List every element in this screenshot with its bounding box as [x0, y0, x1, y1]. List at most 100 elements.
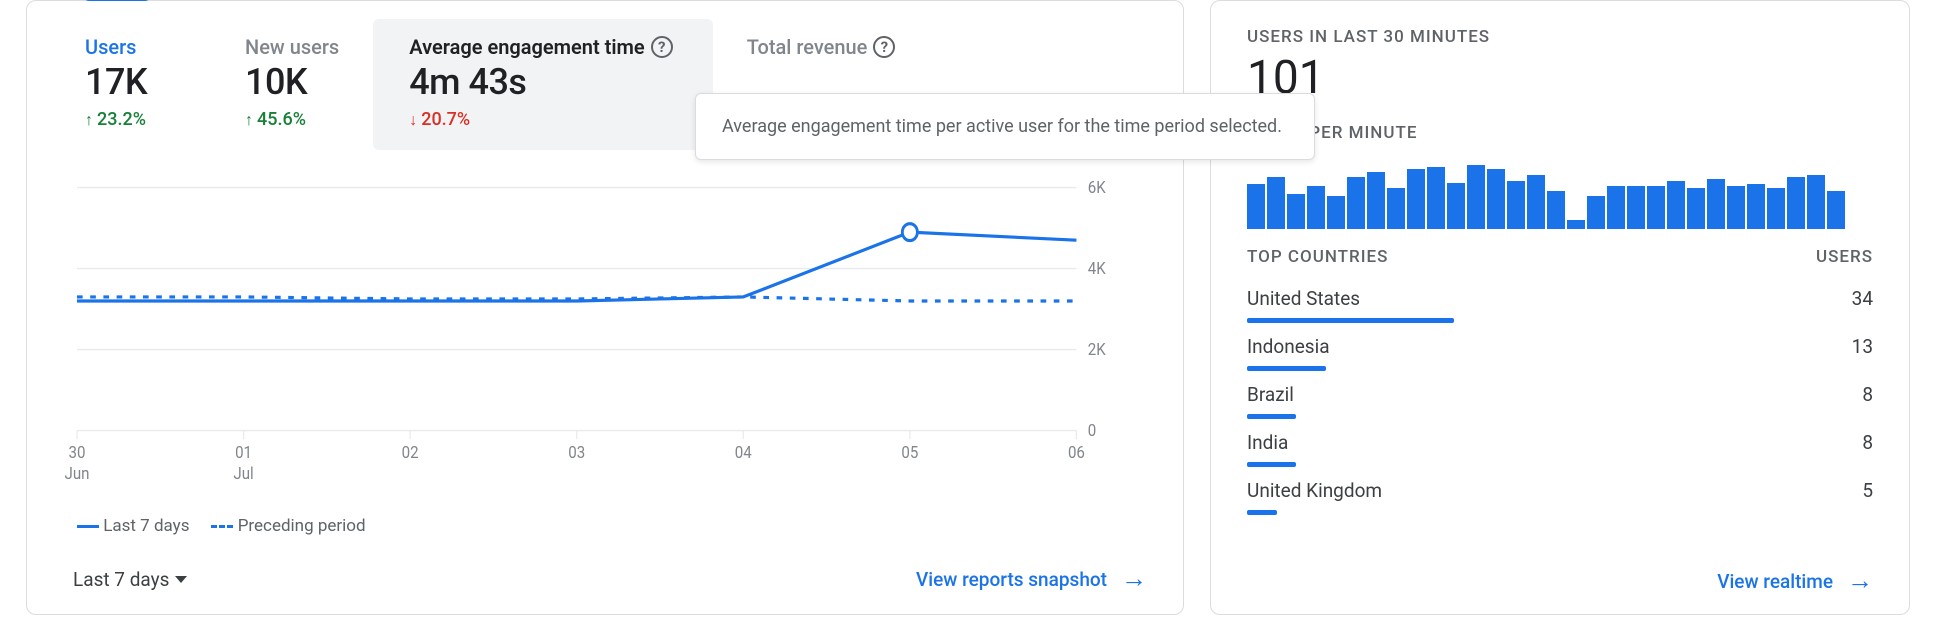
svg-text:03: 03: [568, 442, 585, 462]
metric-label: New users: [245, 35, 339, 59]
realtime-user-count: 101: [1247, 51, 1873, 105]
users-per-minute-label: USERS PER MINUTE: [1247, 123, 1873, 143]
metric-value: 17K: [85, 61, 177, 103]
country-name: United States: [1247, 287, 1360, 310]
svg-text:2K: 2K: [1088, 339, 1107, 359]
metric-delta: ↓20.7%: [409, 109, 672, 130]
spark-bar: [1587, 196, 1605, 229]
chart-legend: Last 7 days Preceding period: [77, 516, 366, 536]
range-label: Last 7 days: [73, 568, 169, 591]
metric-value: 10K: [245, 61, 339, 103]
svg-text:6K: 6K: [1088, 177, 1107, 197]
spark-bar: [1287, 194, 1305, 229]
country-bar: [1247, 510, 1277, 515]
users-per-minute-chart: [1247, 161, 1873, 229]
metric-tab-users[interactable]: Users17K ↑23.2%: [51, 19, 211, 150]
view-reports-snapshot-link[interactable]: View reports snapshot →: [916, 566, 1147, 592]
spark-bar: [1627, 186, 1645, 229]
svg-text:04: 04: [735, 442, 752, 462]
country-users: 34: [1852, 287, 1873, 310]
spark-bar: [1727, 186, 1745, 229]
spark-bar: [1667, 181, 1685, 229]
realtime-card: USERS IN LAST 30 MINUTES 101 USERS PER M…: [1210, 0, 1910, 615]
svg-text:30: 30: [69, 442, 86, 462]
country-row[interactable]: United Kingdom 5: [1247, 467, 1873, 515]
svg-text:0: 0: [1088, 420, 1096, 440]
metric-label: Total revenue?: [747, 35, 896, 59]
spark-bar: [1407, 169, 1425, 229]
overview-card: Users17K↑23.2%New users10K↑45.6%Average …: [26, 0, 1184, 615]
metric-delta: ↑23.2%: [85, 109, 177, 130]
spark-bar: [1527, 175, 1545, 229]
country-name: India: [1247, 431, 1288, 454]
metric-label: Average engagement time?: [409, 35, 672, 59]
spark-bar: [1367, 172, 1385, 229]
spark-bar: [1467, 165, 1485, 229]
spark-bar: [1787, 177, 1805, 229]
country-row[interactable]: Brazil 8: [1247, 371, 1873, 419]
svg-text:4K: 4K: [1088, 258, 1107, 278]
spark-bar: [1767, 188, 1785, 229]
top-countries-header: TOP COUNTRIES USERS: [1247, 247, 1873, 275]
view-realtime-link[interactable]: View realtime →: [1717, 568, 1873, 594]
top-countries-list: United States 34 Indonesia 13 Brazil 8 India 8 U…: [1247, 275, 1873, 515]
country-users: 8: [1862, 383, 1873, 406]
countries-header-left: TOP COUNTRIES: [1247, 247, 1388, 267]
spark-bar: [1647, 186, 1665, 229]
spark-bar: [1327, 196, 1345, 229]
link-label: View reports snapshot: [916, 568, 1107, 591]
country-name: Brazil: [1247, 383, 1294, 406]
country-users: 8: [1862, 431, 1873, 454]
tooltip-text: Average engagement time per active user …: [722, 116, 1282, 137]
svg-text:01: 01: [235, 442, 252, 462]
spark-bar: [1827, 191, 1845, 229]
spark-bar: [1807, 175, 1825, 229]
country-users: 5: [1862, 479, 1873, 502]
arrow-down-icon: ↓: [409, 112, 417, 128]
caret-down-icon: [175, 576, 187, 583]
arrow-up-icon: ↑: [245, 112, 253, 128]
country-row[interactable]: United States 34: [1247, 275, 1873, 323]
spark-bar: [1427, 167, 1445, 229]
svg-text:05: 05: [901, 442, 918, 462]
arrow-right-icon: →: [1121, 566, 1147, 592]
active-tab-indicator: [83, 0, 151, 1]
spark-bar: [1607, 186, 1625, 229]
spark-bar: [1707, 179, 1725, 229]
svg-text:Jun: Jun: [65, 463, 90, 483]
date-range-picker[interactable]: Last 7 days: [73, 568, 187, 591]
spark-bar: [1247, 184, 1265, 229]
spark-bar: [1507, 181, 1525, 229]
metric-help-tooltip: Average engagement time per active user …: [695, 93, 1315, 160]
help-icon[interactable]: ?: [651, 36, 673, 58]
metric-value: 4m 43s: [409, 61, 672, 103]
spark-bar: [1267, 177, 1285, 229]
spark-bar: [1347, 177, 1365, 229]
country-name: United Kingdom: [1247, 479, 1382, 502]
legend-item-current: Last 7 days: [77, 516, 189, 536]
spark-bar: [1447, 183, 1465, 229]
svg-text:06: 06: [1068, 442, 1085, 462]
metric-tab-new-users[interactable]: New users10K↑45.6%: [211, 19, 373, 150]
country-row[interactable]: India 8: [1247, 419, 1873, 467]
countries-header-right: USERS: [1816, 247, 1873, 267]
spark-bar: [1487, 169, 1505, 229]
legend-item-previous: Preceding period: [211, 516, 365, 536]
help-icon[interactable]: ?: [873, 36, 895, 58]
spark-bar: [1747, 184, 1765, 229]
svg-text:Jul: Jul: [233, 463, 253, 483]
spark-bar: [1307, 186, 1325, 229]
link-label: View realtime: [1717, 570, 1833, 593]
metric-tab-avg-engagement[interactable]: Average engagement time?4m 43s ↓20.7%: [373, 19, 712, 150]
spark-bar: [1387, 188, 1405, 229]
country-users: 13: [1852, 335, 1873, 358]
engagement-chart: 02K4K6K30Jun01Jul0203040506: [77, 177, 1133, 494]
arrow-up-icon: ↑: [85, 112, 93, 128]
spark-bar: [1547, 191, 1565, 229]
country-name: Indonesia: [1247, 335, 1330, 358]
arrow-right-icon: →: [1847, 568, 1873, 594]
svg-text:02: 02: [402, 442, 419, 462]
metric-label: Users: [85, 35, 177, 59]
realtime-title: USERS IN LAST 30 MINUTES: [1247, 27, 1873, 47]
country-row[interactable]: Indonesia 13: [1247, 323, 1873, 371]
